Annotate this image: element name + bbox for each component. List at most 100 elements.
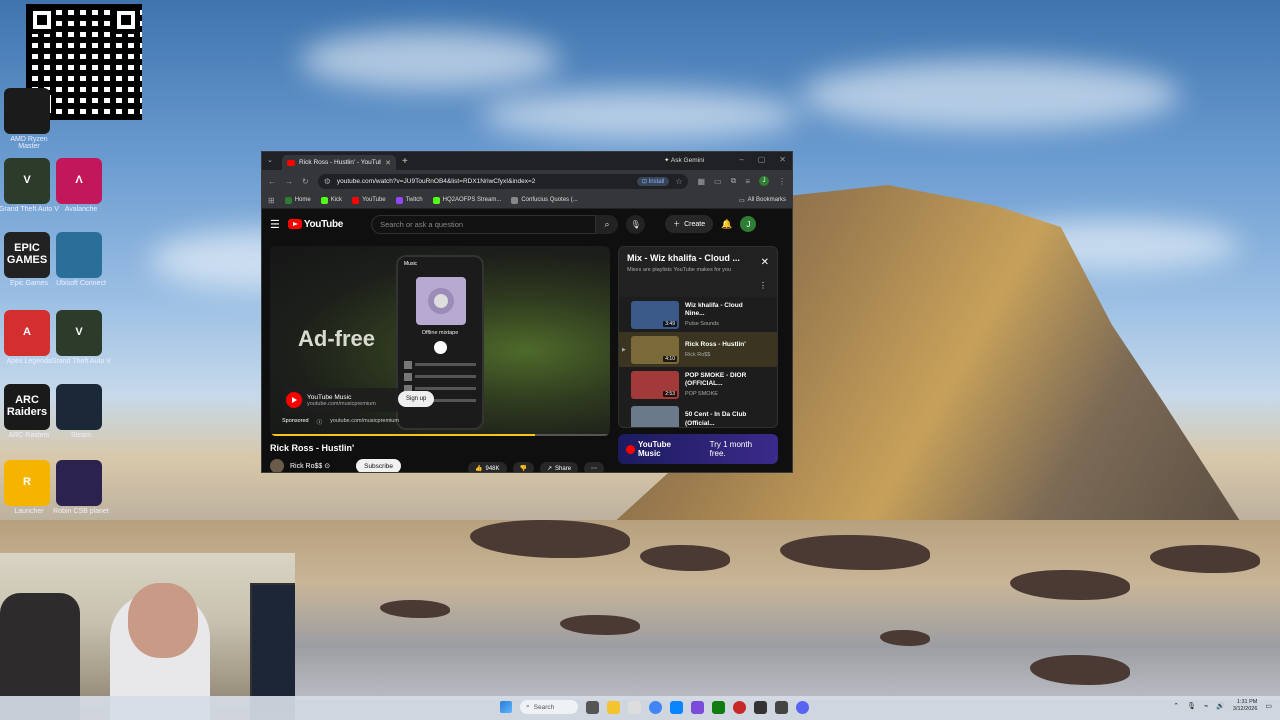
phone-app-label: Music (404, 261, 418, 267)
edge-icon[interactable] (670, 700, 683, 714)
desktop-icon[interactable]: A (4, 310, 50, 356)
mix-thumbnail[interactable]: 3:49 (631, 300, 679, 329)
discord-icon[interactable] (796, 700, 809, 714)
mix-title[interactable]: Mix - Wiz khalifa - Cloud ... (627, 253, 755, 263)
browser-window[interactable]: ⌄ Rick Ross - Hustlin' - YouTube ✕ + ✦ A… (261, 151, 793, 473)
bookmark-item[interactable]: Twitch (395, 196, 423, 204)
create-button[interactable]: ＋ Create (665, 215, 714, 233)
file-explorer-icon[interactable] (607, 700, 620, 714)
desktop-icon[interactable]: EPIC GAMES (4, 232, 50, 278)
mix-item-text: 50 Cent - In Da Club (Official... (685, 411, 747, 427)
clock[interactable]: 1:31 PM 3/12/2026 (1233, 699, 1257, 713)
more-actions-icon[interactable]: ⋯ (584, 462, 605, 472)
mix-list-item[interactable]: ▶ 4:10 Rick Ross - Hustlin' Rick Ro$$ (619, 332, 777, 367)
desktop-icon[interactable]: ARC Raiders (4, 384, 50, 430)
mic-tray-icon[interactable]: 🎙 (1187, 702, 1196, 710)
terminal-icon[interactable] (775, 700, 788, 714)
sign-up-button[interactable]: Sign up (398, 391, 435, 407)
all-bookmarks-button[interactable]: ▭ All Bookmarks (739, 197, 786, 204)
desktop-icon[interactable] (4, 88, 50, 134)
tab-title: Rick Ross - Hustlin' - YouTube (299, 159, 382, 166)
cast-icon[interactable]: ▭ (714, 177, 722, 186)
app-icon[interactable] (691, 700, 704, 714)
share-button[interactable]: ↗ Share (539, 462, 579, 472)
notepad-icon[interactable] (628, 700, 641, 714)
install-button[interactable]: ⊡ Install (636, 176, 670, 186)
extension-icon[interactable]: ▦ (697, 177, 705, 186)
bookmark-item[interactable]: Confucius Quotes (... (511, 196, 578, 204)
notifications-icon[interactable]: ▭ (1265, 702, 1272, 710)
like-button[interactable]: 👍 948K (468, 462, 507, 472)
desktop-icon[interactable]: R (4, 460, 50, 506)
taskbar-search[interactable]: ⌕ Search (520, 700, 578, 714)
bookmark-item[interactable]: Kick (320, 196, 342, 204)
mix-list-item[interactable]: 2:53 POP SMOKE - DIOR (OFFICIAL... POP SMO… (619, 367, 777, 402)
address-bar[interactable]: ⚙ youtube.com/watch?v=JU9TouRnOB4&list=R… (317, 173, 689, 189)
chrome-icon[interactable] (649, 700, 662, 714)
youtube-logo[interactable]: YouTube (287, 219, 343, 230)
channel-name[interactable]: Rick Ro$$ ⊙ (290, 462, 330, 470)
close-mix-icon[interactable]: ✕ (761, 257, 769, 268)
desktop-icon[interactable]: Λ (56, 158, 102, 204)
desktop-icon[interactable] (56, 232, 102, 278)
bookmark-item[interactable]: HQ2AOFPS Stream... (432, 196, 501, 204)
extensions-puzzle-icon[interactable]: ⧉ (731, 176, 737, 186)
youtube-music-banner[interactable]: YouTube Music Try 1 month free. (618, 434, 778, 464)
reload-icon[interactable]: ↻ (302, 177, 309, 186)
search-icon[interactable]: ⌕ (596, 214, 619, 234)
video-player[interactable]: Ad-free Music Offline mixtape YouTube Mu… (270, 246, 610, 436)
mix-list-item[interactable]: 3:49 Wiz khalifa - Cloud Nine... Pulse Sou… (619, 297, 777, 332)
bookmark-item[interactable]: Home (284, 196, 311, 204)
bookmark-item[interactable]: YouTube (352, 196, 386, 204)
tab-search-icon[interactable]: ⌄ (267, 156, 273, 164)
close-window-icon[interactable]: ✕ (779, 155, 786, 164)
mix-thumbnail[interactable]: 2:53 (631, 370, 679, 399)
microphone-icon[interactable]: 🎙 (626, 214, 646, 234)
notifications-bell-icon[interactable]: 🔔 (721, 219, 732, 230)
xbox-icon[interactable] (712, 700, 725, 714)
desktop-icon[interactable] (56, 460, 102, 506)
start-button[interactable] (500, 701, 512, 713)
menu-kebab-icon[interactable]: ⋮ (778, 177, 786, 186)
hamburger-menu-icon[interactable]: ☰ (270, 218, 280, 231)
back-icon[interactable]: ← (268, 177, 276, 186)
free-trial-cta[interactable]: Try 1 month free. (710, 440, 770, 458)
new-tab-icon[interactable]: + (402, 156, 408, 167)
dislike-button[interactable]: 👎 (512, 462, 534, 472)
mix-more-icon[interactable]: ⋮ (759, 281, 767, 290)
site-info-icon[interactable]: ⚙ (324, 177, 331, 186)
task-view-icon[interactable] (586, 700, 599, 714)
volume-icon[interactable]: 🔊 (1216, 702, 1225, 710)
forward-icon[interactable]: → (285, 177, 293, 186)
youtube-page: ☰ YouTube Search or ask a question ⌕ 🎙 ＋… (262, 210, 792, 472)
mix-thumbnail[interactable]: 4:10 (631, 335, 679, 364)
youtube-search-input[interactable]: Search or ask a question (371, 214, 597, 234)
minimize-icon[interactable]: – (739, 155, 743, 164)
desktop-icon-label: AMD Ryzen Master (10, 136, 48, 150)
sponsored-url[interactable]: youtube.com/musicpremium (330, 418, 399, 426)
url-text[interactable]: youtube.com/watch?v=JU9TouRnOB4&list=RDX… (337, 178, 631, 185)
youtube-avatar[interactable]: J (740, 216, 757, 232)
bookmark-star-icon[interactable]: ☆ (675, 177, 682, 186)
close-tab-icon[interactable]: ✕ (385, 159, 391, 167)
tab-youtube[interactable]: Rick Ross - Hustlin' - YouTube ✕ (282, 155, 396, 170)
media-control-icon[interactable]: ≡ (745, 177, 750, 186)
advertiser-card[interactable]: YouTube Music youtube.com/musicpremium (282, 388, 400, 412)
mix-list-item[interactable]: 50 Cent - In Da Club (Official... (619, 402, 777, 427)
desktop-icon[interactable]: V (4, 158, 50, 204)
maximize-icon[interactable]: ▢ (758, 155, 766, 164)
channel-avatar[interactable] (270, 459, 284, 472)
desktop-icon[interactable] (56, 384, 102, 430)
epic-games-icon[interactable] (754, 700, 767, 714)
tray-chevron-icon[interactable]: ⌃ (1173, 702, 1179, 710)
mix-thumbnail[interactable] (631, 405, 679, 427)
ask-gemini-button[interactable]: ✦ Ask Gemini (664, 156, 704, 164)
desktop-icon[interactable]: V (56, 310, 102, 356)
ad-progress-bar[interactable] (270, 434, 610, 436)
apps-grid-icon[interactable]: ⊞ (268, 196, 275, 205)
network-icon[interactable]: ⌁ (1204, 702, 1208, 710)
info-icon[interactable]: ⓘ (317, 418, 323, 426)
subscribe-button[interactable]: Subscribe (356, 459, 402, 472)
obs-icon[interactable] (733, 700, 746, 714)
profile-avatar[interactable]: J (759, 176, 769, 186)
